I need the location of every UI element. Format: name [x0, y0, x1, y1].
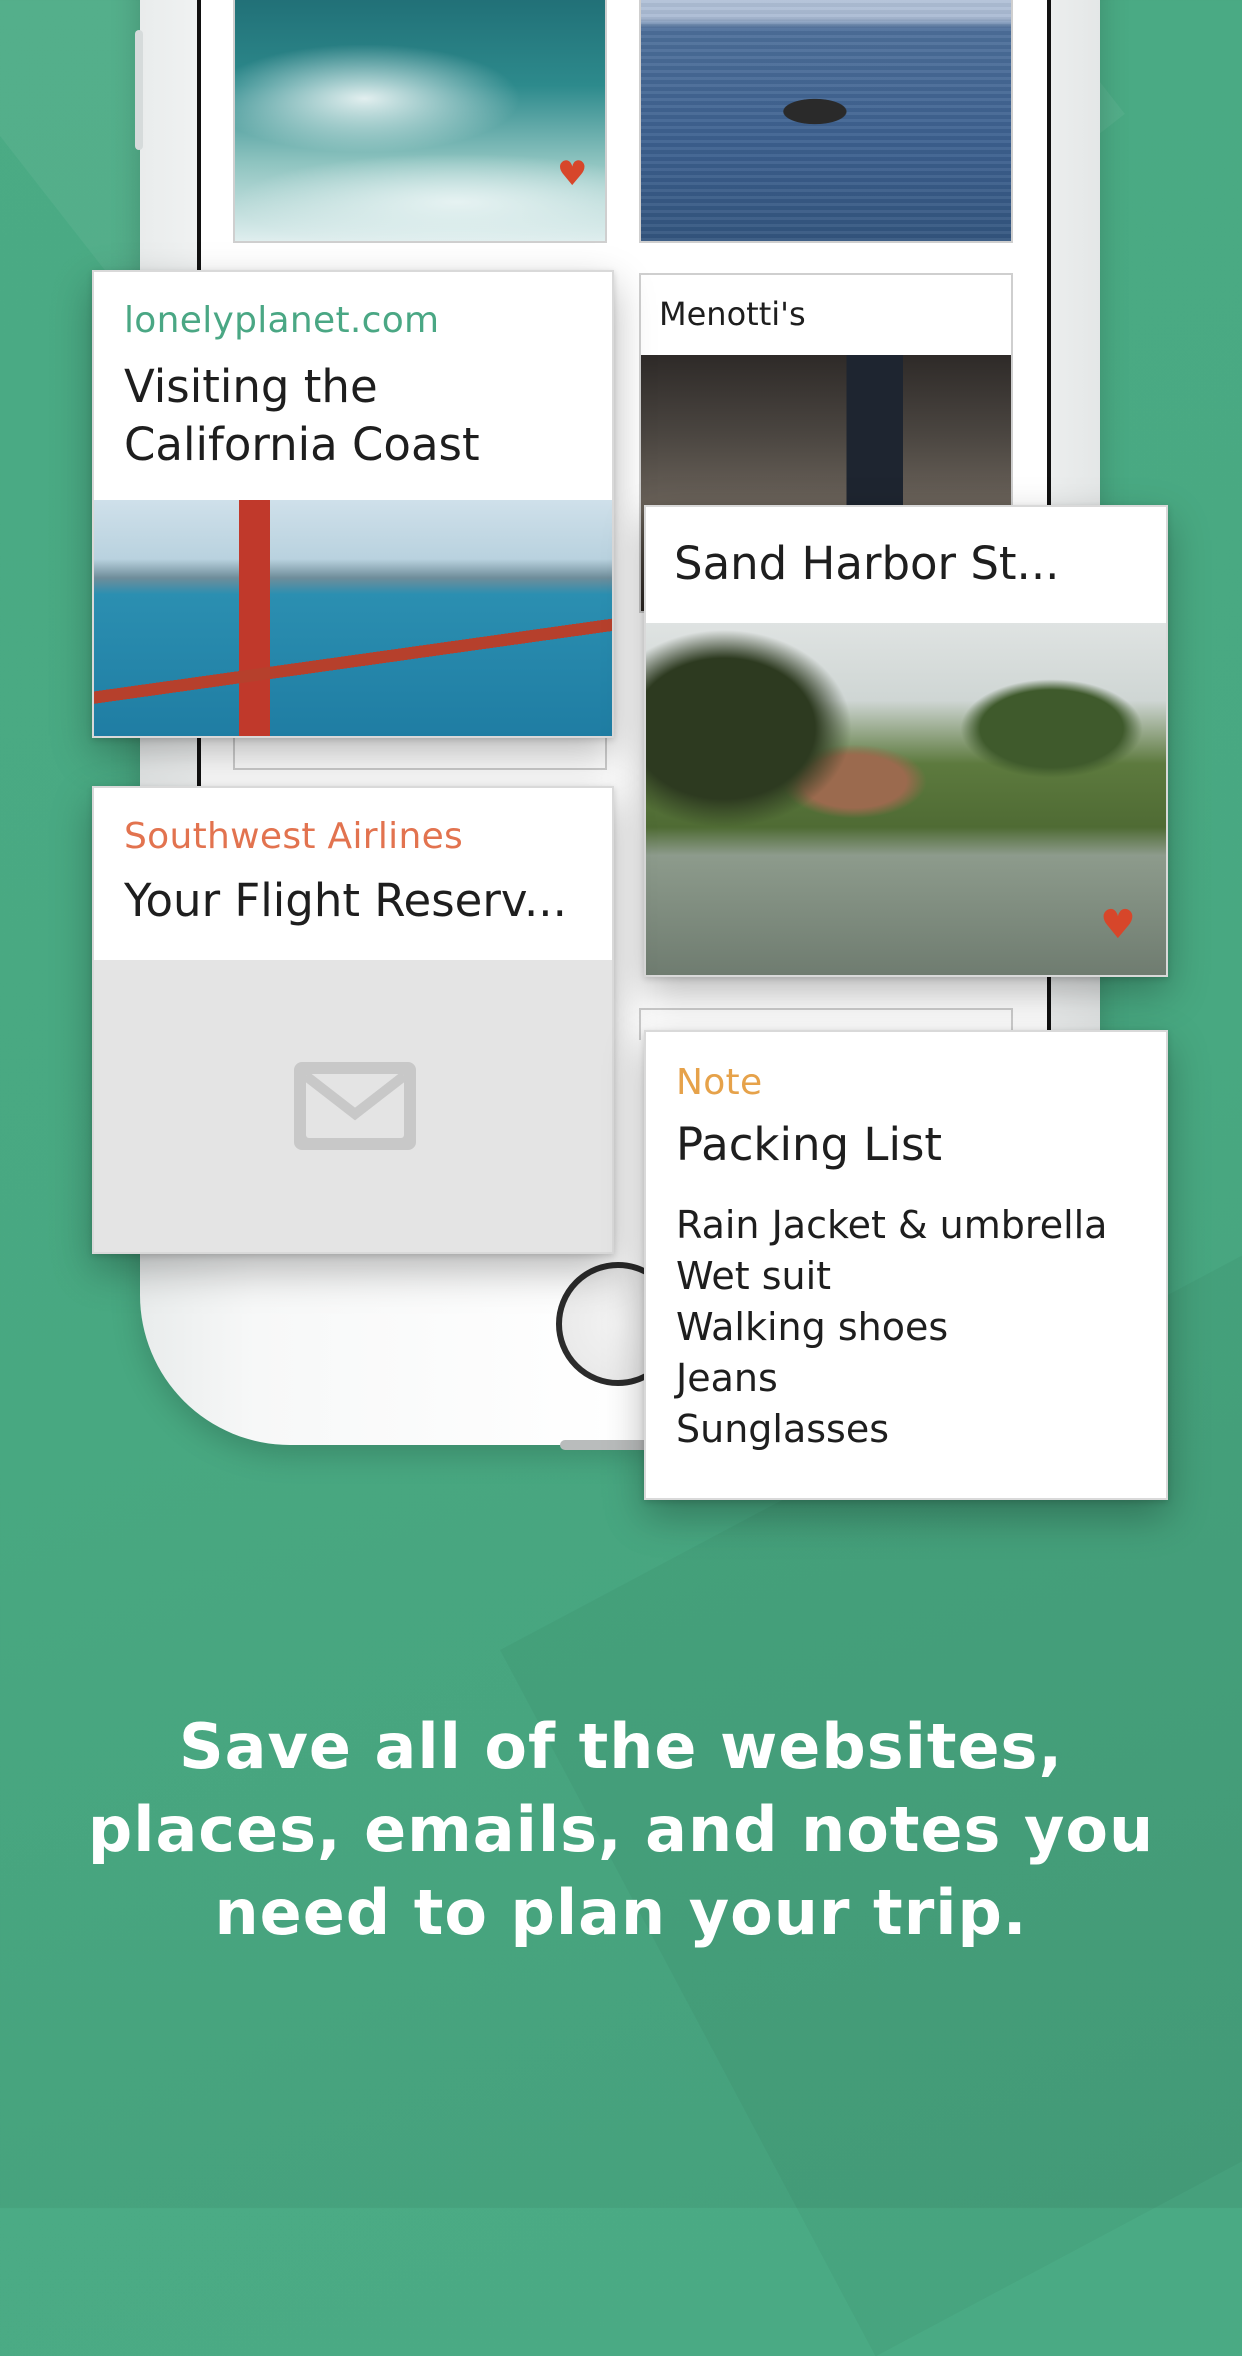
- packing-list: Rain Jacket & umbrella Wet suit Walking …: [676, 1200, 1107, 1455]
- email-placeholder: [94, 960, 612, 1252]
- golden-gate-photo: [94, 500, 612, 736]
- list-item: Wet suit: [676, 1254, 832, 1298]
- place-title: Sand Harbor St...: [674, 537, 1060, 590]
- envelope-icon: [294, 1062, 416, 1150]
- website-source: lonelyplanet.com: [124, 300, 440, 341]
- list-item: Sunglasses: [676, 1407, 890, 1451]
- note-type-label: Note: [676, 1062, 763, 1103]
- tagline-line: need to plan your trip.: [214, 1876, 1028, 1949]
- heart-icon[interactable]: ♥: [1100, 905, 1136, 945]
- place-card[interactable]: Sand Harbor St... ♥: [644, 505, 1168, 977]
- place-name: Menotti's: [659, 295, 806, 333]
- list-item: Jeans: [676, 1356, 778, 1400]
- garden-photo: [646, 623, 1166, 975]
- email-source: Southwest Airlines: [124, 816, 464, 857]
- website-title-line2: California Coast: [124, 418, 480, 471]
- tagline-line: Save all of the websites,: [178, 1710, 1064, 1783]
- list-item: Walking shoes: [676, 1305, 949, 1349]
- list-item: Rain Jacket & umbrella: [676, 1203, 1108, 1247]
- email-card[interactable]: Southwest Airlines Your Flight Reserv...: [92, 786, 614, 1254]
- surf-photo-tile[interactable]: ♥: [233, 0, 607, 243]
- whale-photo-tile[interactable]: [639, 0, 1013, 243]
- tagline-line: places, emails, and notes you: [87, 1793, 1155, 1866]
- heart-icon[interactable]: ♥: [557, 154, 587, 194]
- tagline: Save all of the websites, places, emails…: [60, 1705, 1182, 1954]
- website-title-line1: Visiting the: [124, 360, 378, 413]
- email-title: Your Flight Reserv...: [124, 874, 567, 927]
- website-card[interactable]: lonelyplanet.com Visiting the California…: [92, 270, 614, 738]
- note-card[interactable]: Note Packing List Rain Jacket & umbrella…: [644, 1030, 1168, 1500]
- phone-side-button: [135, 30, 143, 150]
- note-title: Packing List: [676, 1118, 943, 1171]
